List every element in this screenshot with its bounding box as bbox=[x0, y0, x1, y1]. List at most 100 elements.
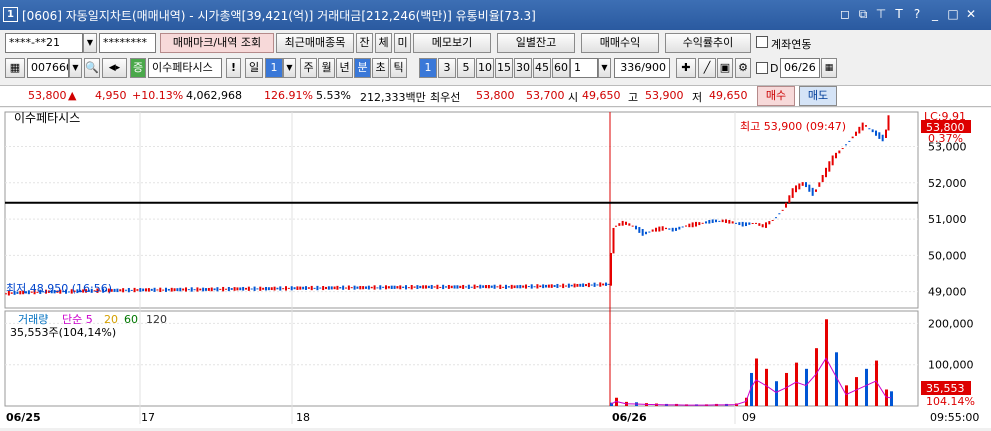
price-candle bbox=[227, 286, 230, 292]
prev-next-icon[interactable]: ◀▸ bbox=[102, 58, 127, 78]
sell-button[interactable]: 매도 bbox=[799, 86, 837, 106]
minimize-icon[interactable]: _ bbox=[927, 7, 943, 21]
account-input[interactable]: ****-**21 bbox=[5, 33, 83, 53]
period-tab-3[interactable]: 분 bbox=[354, 58, 371, 78]
maximize-icon[interactable]: □ bbox=[945, 7, 961, 21]
date-input[interactable]: 06/26 bbox=[780, 58, 820, 78]
x-axis-label: 06/25 bbox=[6, 411, 41, 424]
account-link-checkbox[interactable] bbox=[756, 36, 768, 48]
daily-balance-button[interactable]: 일별잔고 bbox=[497, 33, 575, 53]
open-price: 49,650 bbox=[582, 89, 621, 102]
price-candle bbox=[259, 286, 262, 291]
memo-view-button[interactable]: 메모보기 bbox=[413, 33, 491, 53]
price-candle bbox=[559, 285, 562, 287]
volume-rate: 126.91% bbox=[264, 89, 313, 102]
save-icon[interactable]: ▣ bbox=[717, 58, 733, 78]
calendar-icon[interactable]: ▦ bbox=[821, 58, 837, 78]
price-candle bbox=[136, 289, 139, 291]
price-candle bbox=[242, 286, 245, 291]
price-candle bbox=[310, 285, 313, 291]
minute-button-1[interactable]: 1 bbox=[419, 58, 437, 78]
price-candle bbox=[265, 286, 267, 291]
price-candle bbox=[705, 221, 707, 224]
current-price-axis-label: 53,800 bbox=[926, 121, 965, 134]
price-candle bbox=[635, 225, 637, 230]
price-candle bbox=[791, 188, 794, 198]
price-candle bbox=[821, 174, 824, 183]
price-candle bbox=[835, 152, 837, 159]
price-candle bbox=[761, 224, 764, 228]
date-checkbox[interactable] bbox=[756, 62, 768, 74]
unfilled-button[interactable]: 미 bbox=[394, 33, 411, 53]
price-candle bbox=[748, 222, 751, 225]
count-dropdown-icon[interactable]: ▼ bbox=[598, 58, 611, 78]
minute-button-5[interactable]: 5 bbox=[457, 58, 475, 78]
minute-button-30[interactable]: 30 bbox=[514, 58, 532, 78]
price-candle bbox=[347, 285, 350, 290]
volume-bar bbox=[890, 391, 893, 406]
quote-bar: 53,800 ▲ 4,950 +10.13% 4,062,968 126.91%… bbox=[0, 85, 991, 107]
period-tab-4[interactable]: 초 bbox=[372, 58, 389, 78]
period-tab-2[interactable]: 년 bbox=[336, 58, 353, 78]
price-candle bbox=[139, 288, 142, 292]
period-tab-0[interactable]: 주 bbox=[300, 58, 317, 78]
alert-button[interactable]: ! bbox=[226, 58, 241, 78]
return-trend-button[interactable]: 수익률추이 bbox=[665, 33, 751, 53]
stock-code-input[interactable]: 007660 bbox=[27, 58, 69, 78]
close-icon[interactable]: ✕ bbox=[963, 7, 979, 21]
account-dropdown-icon[interactable]: ▼ bbox=[83, 33, 97, 53]
volume-tick-label: 100,000 bbox=[928, 359, 974, 372]
price-tick-label: 49,000 bbox=[928, 286, 967, 299]
window-number: 1 bbox=[3, 7, 18, 22]
trade-profit-button[interactable]: 매매수익 bbox=[581, 33, 659, 53]
price-candle bbox=[510, 284, 513, 289]
price-candle bbox=[325, 286, 327, 290]
period-day-button[interactable]: 일 bbox=[245, 58, 263, 78]
price-candle bbox=[459, 285, 462, 289]
price-candle bbox=[522, 285, 525, 288]
balance-button[interactable]: 잔 bbox=[356, 33, 373, 53]
x-axis-label: 09:55:00 bbox=[930, 411, 979, 424]
tool-line-icon[interactable]: ╱ bbox=[698, 58, 716, 78]
code-dropdown-icon[interactable]: ▼ bbox=[69, 58, 82, 78]
price-candle bbox=[507, 286, 510, 288]
restore-icon[interactable]: ◻ bbox=[837, 7, 853, 21]
period-tab-5[interactable]: 틱 bbox=[390, 58, 407, 78]
price-candle bbox=[576, 283, 579, 287]
period-tab-1[interactable]: 월 bbox=[318, 58, 335, 78]
buy-button[interactable]: 매수 bbox=[757, 86, 795, 106]
chart-area[interactable]: 53,000 52,000 51,000 50,000 49,000 200,000 100… bbox=[0, 108, 991, 428]
price-candle bbox=[602, 283, 605, 286]
chart-type-icon[interactable]: ▦ bbox=[5, 58, 25, 78]
trade-mark-query-button[interactable]: 매매마크/내역 조회 bbox=[160, 33, 274, 53]
minute-button-60[interactable]: 60 bbox=[552, 58, 570, 78]
recent-trades-button[interactable]: 최근매매종목 bbox=[276, 33, 354, 53]
font-icon[interactable]: T bbox=[891, 7, 907, 21]
settings-icon[interactable]: ⚙ bbox=[735, 58, 751, 78]
minute-button-10[interactable]: 10 bbox=[476, 58, 494, 78]
password-input[interactable]: ******** bbox=[99, 33, 156, 53]
d-label: D bbox=[770, 62, 779, 75]
minute-button-3[interactable]: 3 bbox=[438, 58, 456, 78]
price-candle bbox=[516, 285, 519, 289]
period-num-input[interactable]: 1 bbox=[265, 58, 283, 78]
search-icon[interactable]: 🔍 bbox=[84, 58, 100, 78]
executed-button[interactable]: 체 bbox=[375, 33, 392, 53]
price-candle bbox=[245, 287, 247, 290]
price-candle bbox=[579, 283, 582, 287]
count-input[interactable]: 1 bbox=[570, 58, 598, 78]
title-bar: 1 [0606] 자동일지차트(매매내역) - 시가총액[39,421(억)] … bbox=[0, 0, 991, 30]
chart-svg[interactable]: 53,00052,00051,00050,00049,000200,000100… bbox=[0, 108, 991, 428]
low-price: 49,650 bbox=[709, 89, 748, 102]
pin-icon[interactable]: ⊤ bbox=[873, 7, 889, 21]
price-candle bbox=[422, 285, 425, 289]
link-icon[interactable]: ⧉ bbox=[855, 7, 871, 22]
period-dropdown-icon[interactable]: ▼ bbox=[283, 58, 296, 78]
price-candle bbox=[628, 223, 631, 226]
help-icon[interactable]: ? bbox=[909, 7, 925, 21]
volume-value: 35,553주(104,14%) bbox=[10, 326, 116, 339]
minute-button-15[interactable]: 15 bbox=[495, 58, 513, 78]
tool-crosshair-icon[interactable]: ✚ bbox=[676, 58, 696, 78]
price-candle bbox=[610, 252, 612, 286]
minute-button-45[interactable]: 45 bbox=[533, 58, 551, 78]
